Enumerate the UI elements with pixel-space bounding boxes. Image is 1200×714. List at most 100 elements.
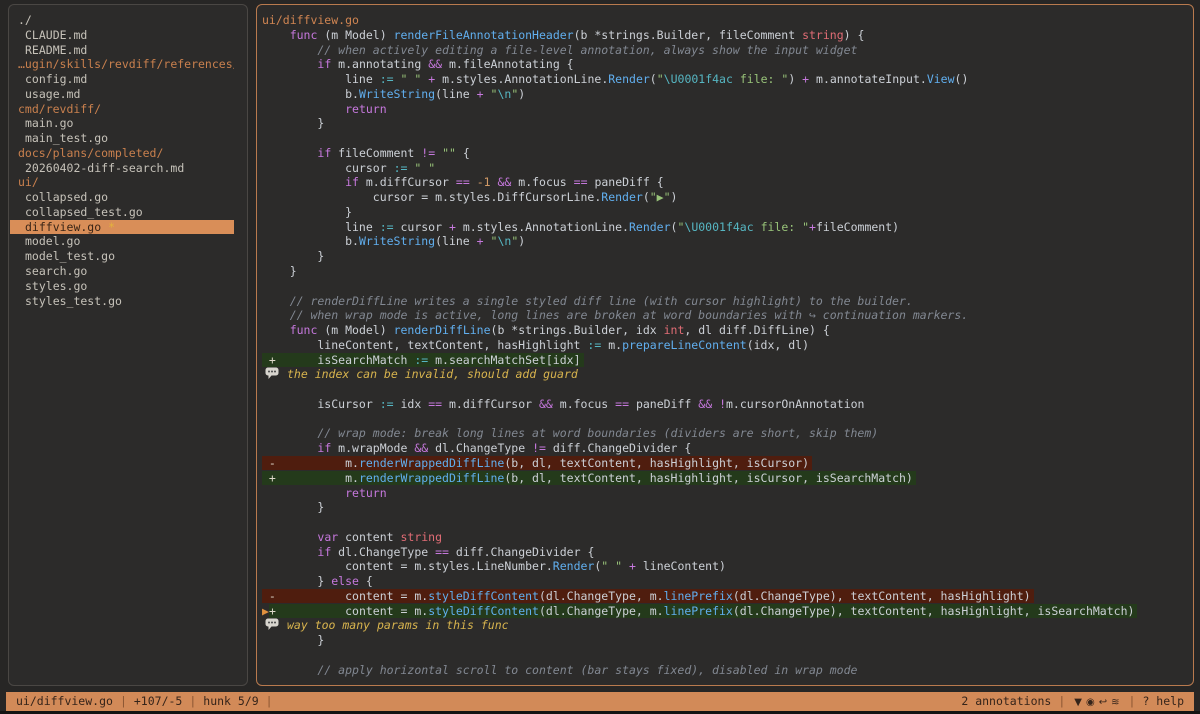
sidebar-item-usage-md[interactable]: usage.md — [10, 87, 234, 102]
code-area: ui/diffview.go func (m Model) renderFile… — [257, 5, 1193, 677]
diff-marker: + — [269, 604, 345, 618]
file-label: main.go — [25, 116, 73, 130]
code-line[interactable]: content = m.styles.LineNumber.Render(" "… — [262, 559, 1193, 574]
file-label: 20260402-diff-search.md — [25, 161, 184, 175]
code-line[interactable]: func (m Model) renderDiffLine(b *strings… — [262, 323, 1193, 338]
code-line[interactable]: } — [262, 249, 1193, 264]
blank-line — [262, 279, 1193, 294]
file-label: config.md — [25, 72, 87, 86]
annotation-line[interactable]: the index can be invalid, should add gua… — [262, 367, 1193, 382]
diff-marker: - — [262, 589, 345, 603]
sidebar-item-ugin-skills-revdiff-references[interactable]: …ugin/skills/revdiff/references/ — [10, 57, 234, 72]
file-label: search.go — [25, 264, 87, 278]
sidebar-item-main-go[interactable]: main.go — [10, 116, 234, 131]
return-arrow-icon[interactable]: ↩ — [1099, 697, 1107, 708]
code-line[interactable]: if m.annotating && m.fileAnnotating { — [262, 57, 1193, 72]
code-line[interactable]: return — [262, 486, 1193, 501]
sidebar-item-model-test-go[interactable]: model_test.go — [10, 249, 234, 264]
sidebar-item-model-go[interactable]: model.go — [10, 234, 234, 249]
triangle-down-icon[interactable]: ▼ — [1074, 697, 1082, 708]
separator: | — [1129, 692, 1136, 711]
file-tree: ./CLAUDE.mdREADME.md…ugin/skills/revdiff… — [9, 5, 247, 308]
sidebar-item-docs-plans-completed[interactable]: docs/plans/completed/ — [10, 146, 234, 161]
code-line[interactable]: } — [262, 633, 1193, 648]
file-label: model_test.go — [25, 249, 115, 263]
diff-highlight: + m.renderWrappedDiffLine(b, dl, textCon… — [262, 471, 916, 485]
code-line[interactable]: } else { — [262, 574, 1193, 589]
code-line[interactable]: line := " " + m.styles.AnnotationLine.Re… — [262, 72, 1193, 87]
help-button[interactable]: ? help — [1142, 692, 1184, 711]
sidebar-item-20260402-diff-search-md[interactable]: 20260402-diff-search.md — [10, 161, 234, 176]
code-line[interactable]: return — [262, 102, 1193, 117]
sidebar-item-diffview-go[interactable]: diffview.go * — [10, 220, 234, 235]
code-line[interactable]: if dl.ChangeType == diff.ChangeDivider { — [262, 545, 1193, 560]
sidebar-item-readme-md[interactable]: README.md — [10, 43, 234, 58]
code-line[interactable]: lineContent, textContent, hasHighlight :… — [262, 338, 1193, 353]
code-line[interactable]: // apply horizontal scroll to content (b… — [262, 663, 1193, 678]
blank-line — [262, 382, 1193, 397]
code-line[interactable]: b.WriteString(line + "\n") — [262, 87, 1193, 102]
sidebar-item-main-test-go[interactable]: main_test.go — [10, 131, 234, 146]
code-line[interactable]: } — [262, 116, 1193, 131]
code-line[interactable]: line := cursor + m.styles.AnnotationLine… — [262, 220, 1193, 235]
diff-added-line[interactable]: + isSearchMatch := m.searchMatchSet[idx] — [262, 353, 1193, 368]
diff-added-line[interactable]: + m.renderWrappedDiffLine(b, dl, textCon… — [262, 471, 1193, 486]
separator: | — [120, 692, 127, 711]
annotation-text: the index can be invalid, should add gua… — [287, 367, 578, 381]
diff-added-line[interactable]: ▶+ content = m.styleDiffContent(dl.Chang… — [262, 604, 1193, 619]
status-bar: ui/diffview.go | +107/-5 | hunk 5/9 | 2 … — [6, 692, 1194, 711]
status-filename: ui/diffview.go — [16, 692, 113, 711]
code-line[interactable]: if fileComment != "" { — [262, 146, 1193, 161]
diff-highlight: + isSearchMatch := m.searchMatchSet[idx] — [262, 353, 584, 367]
sidebar-item-[interactable]: ./ — [10, 13, 234, 28]
code-line[interactable]: // when actively editing a file-level an… — [262, 43, 1193, 58]
sidebar-item-styles-go[interactable]: styles.go — [10, 279, 234, 294]
status-right: 2 annotations | ▼ ◉ ↩ ≋ | ? help — [961, 692, 1184, 712]
code-line[interactable]: // when wrap mode is active, long lines … — [262, 308, 1193, 323]
file-label: styles_test.go — [25, 294, 122, 308]
status-left: ui/diffview.go | +107/-5 | hunk 5/9 | — [16, 692, 280, 711]
blank-line — [262, 131, 1193, 146]
annotation-text: way too many params in this func — [287, 618, 509, 632]
diff-pane-title: ui/diffview.go — [262, 13, 1193, 28]
diff-cursor-icon: ▶ — [262, 604, 269, 618]
status-annotation-count: 2 annotations — [961, 692, 1051, 711]
file-label: model.go — [25, 234, 80, 248]
code-line[interactable]: cursor = m.styles.DiffCursorLine.Render(… — [262, 190, 1193, 205]
code-line[interactable]: } — [262, 205, 1193, 220]
code-line[interactable]: if m.wrapMode && dl.ChangeType != diff.C… — [262, 441, 1193, 456]
sidebar-item-collapsed-test-go[interactable]: collapsed_test.go — [10, 205, 234, 220]
file-label: …ugin/skills/revdiff/references/ — [18, 57, 234, 71]
sidebar-item-styles-test-go[interactable]: styles_test.go — [10, 294, 234, 309]
code-line[interactable]: var content string — [262, 530, 1193, 545]
code-line[interactable]: isCursor := idx == m.diffCursor && m.foc… — [262, 397, 1193, 412]
diff-removed-line[interactable]: - content = m.styleDiffContent(dl.Change… — [262, 589, 1193, 604]
diff-marker: + — [262, 353, 317, 367]
file-label: docs/plans/completed/ — [18, 146, 163, 160]
code-line[interactable]: } — [262, 264, 1193, 279]
diff-removed-line[interactable]: - m.renderWrappedDiffLine(b, dl, textCon… — [262, 456, 1193, 471]
sidebar-item-collapsed-go[interactable]: collapsed.go — [10, 190, 234, 205]
code-line[interactable]: b.WriteString(line + "\n") — [262, 234, 1193, 249]
file-label: diffview.go — [25, 220, 101, 234]
annotation-line[interactable]: way too many params in this func — [262, 618, 1193, 633]
code-line[interactable]: // wrap mode: break long lines at word b… — [262, 426, 1193, 441]
record-dot-icon[interactable]: ◉ — [1086, 697, 1095, 708]
code-line[interactable]: // renderDiffLine writes a single styled… — [262, 294, 1193, 309]
sidebar-item-claude-md[interactable]: CLAUDE.md — [10, 28, 234, 43]
sidebar-item-ui[interactable]: ui/ — [10, 175, 234, 190]
code-line[interactable]: if m.diffCursor == -1 && m.focus == pane… — [262, 175, 1193, 190]
code-line[interactable]: } — [262, 500, 1193, 515]
sidebar-item-cmd-revdiff[interactable]: cmd/revdiff/ — [10, 102, 234, 117]
file-label: ./ — [18, 13, 32, 27]
sidebar-item-config-md[interactable]: config.md — [10, 72, 234, 87]
diff-pane: ui/diffview.go func (m Model) renderFile… — [256, 4, 1194, 686]
file-label: styles.go — [25, 279, 87, 293]
status-diffstat: +107/-5 — [134, 692, 182, 711]
code-line[interactable]: func (m Model) renderFileAnnotationHeade… — [262, 28, 1193, 43]
code-line[interactable]: cursor := " " — [262, 161, 1193, 176]
sidebar-item-search-go[interactable]: search.go — [10, 264, 234, 279]
wrap-lines-icon[interactable]: ≋ — [1111, 697, 1119, 708]
separator: | — [1058, 692, 1065, 711]
diff-highlight: + content = m.styleDiffContent(dl.Change… — [269, 604, 1138, 618]
